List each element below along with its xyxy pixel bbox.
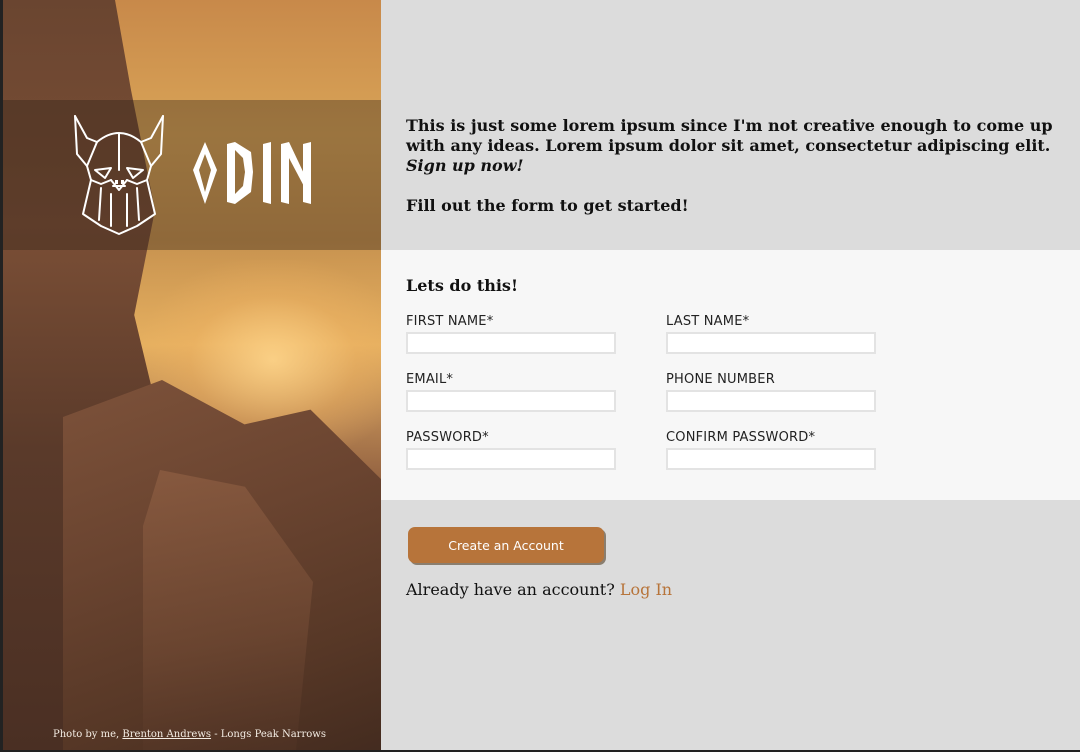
password-field: PASSWORD* xyxy=(406,430,616,470)
confirm-password-label: CONFIRM PASSWORD* xyxy=(666,430,816,445)
last-name-label: LAST NAME* xyxy=(666,314,750,329)
intro-paragraph: This is just some lorem ipsum since I'm … xyxy=(406,116,1066,176)
photo-credit-prefix: Photo by me, xyxy=(53,729,123,740)
brand-wordmark xyxy=(193,142,311,204)
email-field: EMAIL* xyxy=(406,372,616,412)
phone-label: PHONE NUMBER xyxy=(666,372,775,387)
confirm-password-input[interactable] xyxy=(666,448,876,470)
hero-image-panel: Photo by me, Brenton Andrews - Longs Pea… xyxy=(3,0,381,750)
phone-field: PHONE NUMBER xyxy=(666,372,876,412)
phone-input[interactable] xyxy=(666,390,876,412)
email-label: EMAIL* xyxy=(406,372,454,387)
first-name-field: FIRST NAME* xyxy=(406,314,616,354)
login-link[interactable]: Log In xyxy=(620,580,672,599)
password-label: PASSWORD* xyxy=(406,430,489,445)
last-name-field: LAST NAME* xyxy=(666,314,876,354)
signup-panel: This is just some lorem ipsum since I'm … xyxy=(381,0,1080,750)
intro-description: This is just some lorem ipsum since I'm … xyxy=(406,116,1053,155)
login-prompt-text: Already have an account? xyxy=(406,580,620,599)
intro-text-block: This is just some lorem ipsum since I'm … xyxy=(406,116,1066,216)
photo-credit: Photo by me, Brenton Andrews - Longs Pea… xyxy=(53,729,326,740)
photographer-link[interactable]: Brenton Andrews xyxy=(122,729,211,740)
signup-form: Lets do this! FIRST NAME* LAST NAME* EMA… xyxy=(381,250,1080,500)
confirm-password-field: CONFIRM PASSWORD* xyxy=(666,430,876,470)
last-name-input[interactable] xyxy=(666,332,876,354)
signup-cta: Sign up now! xyxy=(406,156,524,175)
first-name-input[interactable] xyxy=(406,332,616,354)
create-account-button[interactable]: Create an Account xyxy=(408,527,604,563)
first-name-label: FIRST NAME* xyxy=(406,314,494,329)
fill-form-prompt: Fill out the form to get started! xyxy=(406,196,689,215)
password-input[interactable] xyxy=(406,448,616,470)
viking-helmet-icon xyxy=(74,115,164,235)
login-prompt-line: Already have an account? Log In xyxy=(406,580,672,599)
form-heading: Lets do this! xyxy=(406,276,518,295)
logo-banner xyxy=(3,100,381,250)
email-input[interactable] xyxy=(406,390,616,412)
photo-credit-suffix: - Longs Peak Narrows xyxy=(211,729,326,740)
